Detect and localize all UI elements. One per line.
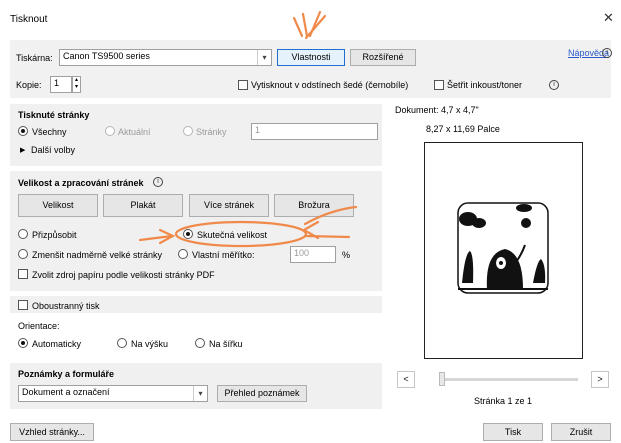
- sizing-info-icon[interactable]: i: [153, 177, 163, 187]
- paper-source-checkbox[interactable]: [18, 269, 28, 279]
- poster-button[interactable]: Plakát: [103, 194, 183, 217]
- pages-current-radio[interactable]: [105, 126, 115, 136]
- close-icon[interactable]: ✕: [603, 11, 614, 25]
- comments-summary-button[interactable]: Přehled poznámek: [217, 385, 307, 402]
- printer-label: Tiskárna:: [16, 53, 53, 63]
- copies-input[interactable]: 1: [50, 76, 72, 93]
- print-button[interactable]: Tisk: [483, 423, 543, 441]
- printer-select-value: Canon TS9500 series: [63, 51, 150, 61]
- more-options-icon[interactable]: ▶: [20, 146, 25, 154]
- page-slider-handle[interactable]: [439, 372, 445, 386]
- orientation-portrait-label: Na výšku: [131, 339, 169, 349]
- properties-button[interactable]: Vlastnosti: [277, 49, 345, 66]
- custom-scale-radio[interactable]: [178, 249, 188, 259]
- orientation-landscape-radio[interactable]: [195, 338, 205, 348]
- save-ink-checkbox[interactable]: [434, 80, 444, 90]
- orientation-auto-label: Automaticky: [32, 339, 82, 349]
- orientation-label: Orientace:: [18, 321, 60, 331]
- percent-label: %: [342, 250, 351, 260]
- fit-label: Přizpůsobit: [32, 230, 77, 240]
- shrink-radio[interactable]: [18, 249, 28, 259]
- preview-artwork: [457, 202, 549, 294]
- paper-size-label: 8,27 x 11,69 Palce: [426, 124, 500, 134]
- pages-range-label: Stránky: [196, 127, 227, 137]
- paper-source-label: Zvolit zdroj papíru podle velikosti strá…: [32, 270, 215, 280]
- copies-label: Kopie:: [16, 80, 42, 90]
- prev-page-button[interactable]: <: [397, 371, 415, 388]
- comments-heading: Poznámky a formuláře: [18, 369, 115, 379]
- duplex-checkbox[interactable]: [18, 300, 28, 310]
- duplex-label: Oboustranný tisk: [32, 301, 100, 311]
- orientation-portrait-radio[interactable]: [117, 338, 127, 348]
- page-preview: [424, 142, 583, 359]
- pages-range-input[interactable]: 1: [251, 123, 378, 140]
- grayscale-checkbox[interactable]: [238, 80, 248, 90]
- actual-size-label: Skutečná velikost: [197, 230, 268, 240]
- chevron-down-icon: ▾: [257, 50, 271, 65]
- page-count-label: Stránka 1 ze 1: [474, 396, 533, 406]
- help-info-icon[interactable]: i: [602, 48, 612, 58]
- chevron-down-icon: ▾: [193, 386, 207, 401]
- save-ink-info-icon[interactable]: i: [549, 80, 559, 90]
- custom-scale-label: Vlastní měřítko:: [192, 250, 255, 260]
- next-page-button[interactable]: >: [591, 371, 609, 388]
- cancel-button[interactable]: Zrušit: [551, 423, 611, 441]
- pages-all-radio[interactable]: [18, 126, 28, 136]
- actual-size-radio[interactable]: [183, 229, 193, 239]
- copies-stepper[interactable]: ▴ ▾: [72, 76, 81, 93]
- window-title: Tisknout: [10, 14, 48, 25]
- pages-all-label: Všechny: [32, 127, 67, 137]
- more-options-label[interactable]: Další volby: [31, 145, 75, 155]
- save-ink-label: Šetřit inkoust/toner: [447, 80, 523, 90]
- pages-range-radio[interactable]: [183, 126, 193, 136]
- document-size-label: Dokument: 4,7 x 4,7": [395, 105, 479, 115]
- custom-scale-input[interactable]: 100: [290, 246, 336, 263]
- booklet-button[interactable]: Brožura: [274, 194, 354, 217]
- page-slider-track[interactable]: [441, 378, 578, 381]
- size-button[interactable]: Velikost: [18, 194, 98, 217]
- annotation-arrow-mark: [292, 16, 304, 38]
- pages-current-label: Aktuální: [118, 127, 151, 137]
- pages-heading: Tisknuté stránky: [18, 110, 90, 120]
- annotation-arrow-mark: [301, 12, 309, 38]
- page-setup-button[interactable]: Vzhled stránky...: [10, 423, 94, 441]
- annotation-arrow-mark: [304, 14, 327, 40]
- multiple-pages-button[interactable]: Více stránek: [189, 194, 269, 217]
- comments-select[interactable]: Dokument a označení ▾: [18, 385, 208, 402]
- printer-select[interactable]: Canon TS9500 series ▾: [59, 49, 272, 66]
- annotation-arrow-mark: [308, 10, 322, 38]
- advanced-button[interactable]: Rozšířené: [350, 49, 416, 66]
- grayscale-label: Vytisknout v odstínech šedé (černobíle): [251, 80, 409, 90]
- orientation-landscape-label: Na šířku: [209, 339, 243, 349]
- comments-select-value: Dokument a označení: [22, 387, 110, 397]
- orientation-auto-radio[interactable]: [18, 338, 28, 348]
- fit-radio[interactable]: [18, 229, 28, 239]
- sizing-heading: Velikost a zpracování stránek: [18, 178, 144, 188]
- shrink-label: Zmenšit nadměrně velké stránky: [32, 250, 163, 260]
